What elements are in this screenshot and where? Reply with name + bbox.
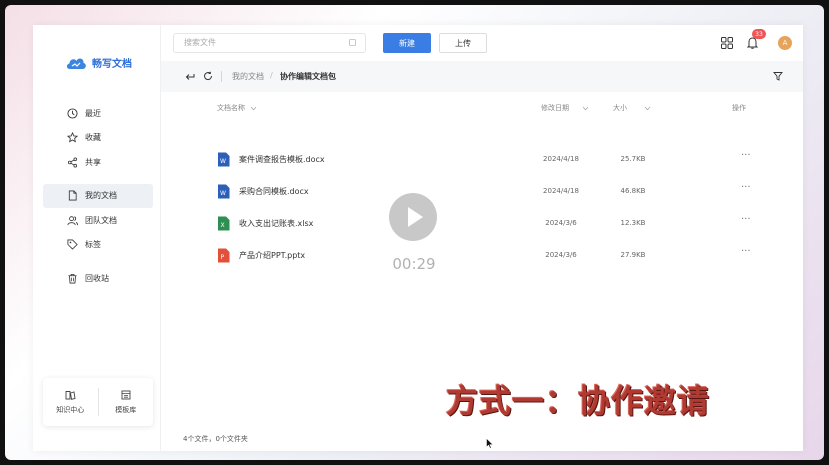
svg-text:P: P: [221, 254, 225, 261]
file-date: 2024/4/18: [543, 155, 579, 163]
sidebar-item-trash[interactable]: 回收站: [43, 266, 153, 290]
play-icon: [408, 207, 423, 227]
table-row[interactable]: X 收入支出记账表.xlsx 2024/3/6 12.3KB ···: [161, 209, 803, 239]
sidebar-item-label: 标签: [85, 240, 101, 249]
star-icon: [67, 132, 78, 143]
toolbar-divider: [221, 71, 222, 82]
search-icon[interactable]: [349, 39, 357, 47]
sidebar-item-label: 收藏: [85, 133, 101, 142]
sidebar-item-shared[interactable]: 共享: [43, 150, 153, 174]
table-row[interactable]: W 采购合同模板.docx 2024/4/18 46.8KB ···: [161, 177, 803, 207]
refresh-icon[interactable]: [203, 71, 213, 81]
file-size: 46.8KB: [620, 187, 646, 195]
chevron-down-icon: [644, 106, 651, 110]
filter-icon[interactable]: [773, 71, 783, 81]
sidebar-item-label: 团队文档: [85, 215, 117, 225]
file-date: 2024/3/6: [545, 251, 577, 259]
file-size: 25.7KB: [620, 155, 646, 163]
avatar[interactable]: A: [778, 36, 792, 50]
logo[interactable]: 畅写文档: [65, 55, 132, 70]
more-actions-button[interactable]: ···: [741, 214, 751, 225]
sidebar-item-label: 我的文档: [85, 191, 117, 200]
file-name[interactable]: 收入支出记账表.xlsx: [239, 218, 313, 229]
trash-icon: [68, 273, 77, 283]
nav-gap: [43, 175, 153, 184]
screen-frame: 畅写文档 最近 收藏 共享 我的文档 团队文档 标签 回收站 知识中心 模板库 …: [5, 5, 824, 460]
column-header-actions: 操作: [732, 103, 746, 113]
file-name[interactable]: 案件调查报告模板.docx: [239, 154, 325, 165]
users-icon: [67, 215, 78, 225]
breadcrumb-separator: /: [270, 71, 273, 80]
knowledge-center-label: 知识中心: [56, 405, 85, 414]
sidebar: 畅写文档 最近 收藏 共享 我的文档 团队文档 标签 回收站 知识中心 模板库: [33, 25, 161, 451]
sidebar-item-label: 最近: [85, 108, 101, 118]
svg-text:W: W: [220, 158, 226, 165]
column-header-label: 文档名称: [217, 104, 245, 112]
sidebar-item-team-docs[interactable]: 团队文档: [43, 208, 153, 232]
apps-grid-icon[interactable]: [721, 37, 733, 49]
sidebar-nav: 最近 收藏 共享 我的文档 团队文档 标签 回收站: [43, 101, 153, 291]
logo-text: 畅写文档: [92, 59, 132, 70]
word-file-icon: W: [218, 184, 230, 199]
file-date: 2024/4/18: [543, 187, 579, 195]
upload-button[interactable]: 上传: [439, 33, 487, 53]
sidebar-item-favorites[interactable]: 收藏: [43, 126, 153, 150]
column-header-size[interactable]: 大小: [613, 103, 651, 113]
back-arrow-icon[interactable]: [185, 71, 195, 81]
video-play-button[interactable]: [389, 193, 437, 241]
svg-text:X: X: [221, 222, 225, 229]
file-name[interactable]: 采购合同模板.docx: [239, 186, 309, 197]
breadcrumb-current-folder: 协作编辑文档包: [280, 72, 336, 81]
top-header: 搜索文件 新建 上传 33 A: [161, 25, 803, 61]
table-row[interactable]: W 案件调查报告模板.docx 2024/4/18 25.7KB ···: [161, 145, 803, 175]
nav-gap: [43, 257, 153, 266]
column-header-name[interactable]: 文档名称: [217, 103, 257, 113]
cloud-logo-icon: [66, 58, 86, 69]
file-size: 12.3KB: [620, 219, 646, 227]
search-input[interactable]: 搜索文件: [173, 33, 366, 53]
mouse-cursor-icon: [486, 438, 494, 449]
file-size: 27.9KB: [620, 251, 646, 259]
search-placeholder: 搜索文件: [184, 38, 216, 47]
column-header-label: 修改日期: [541, 104, 569, 112]
breadcrumb-my-docs[interactable]: 我的文档: [232, 71, 264, 82]
sidebar-item-label: 回收站: [85, 273, 109, 283]
column-header-label: 大小: [613, 104, 627, 112]
video-caption: 方式一：协作邀请: [446, 382, 711, 420]
tag-icon: [67, 239, 78, 250]
more-actions-button[interactable]: ···: [741, 182, 751, 193]
notification-badge: 33: [752, 29, 766, 39]
column-header-label: 操作: [732, 104, 746, 112]
file-date: 2024/3/6: [545, 219, 577, 227]
file-icon: [68, 190, 77, 201]
clock-icon: [67, 107, 78, 119]
sidebar-item-my-docs[interactable]: 我的文档: [43, 183, 153, 208]
sidebar-item-label: 共享: [85, 157, 101, 167]
book-icon: [65, 390, 76, 400]
file-count-status: 4个文件，0个文件夹: [183, 435, 248, 443]
template-icon: [121, 390, 131, 399]
new-button[interactable]: 新建: [383, 33, 431, 53]
template-library-button[interactable]: 模板库: [99, 378, 154, 426]
template-library-label: 模板库: [115, 405, 137, 414]
sidebar-bottom-card: 知识中心 模板库: [43, 378, 153, 426]
chevron-down-icon: [582, 106, 589, 110]
video-timer: 00:29: [392, 255, 436, 273]
table-row[interactable]: P 产品介绍PPT.pptx 2024/3/6 27.9KB ···: [161, 241, 803, 271]
sidebar-item-tags[interactable]: 标签: [43, 233, 153, 257]
knowledge-center-button[interactable]: 知识中心: [43, 378, 98, 426]
chevron-down-icon: [250, 106, 257, 110]
sidebar-item-recent[interactable]: 最近: [43, 101, 153, 125]
share-icon: [67, 157, 78, 167]
path-toolbar: 我的文档 / 协作编辑文档包: [161, 61, 803, 92]
column-header-date[interactable]: 修改日期: [541, 103, 589, 113]
word-file-icon: W: [218, 152, 230, 167]
more-actions-button[interactable]: ···: [741, 246, 751, 257]
svg-text:W: W: [220, 190, 226, 197]
file-name[interactable]: 产品介绍PPT.pptx: [239, 250, 305, 261]
more-actions-button[interactable]: ···: [741, 150, 751, 161]
excel-file-icon: X: [218, 216, 230, 231]
ppt-file-icon: P: [218, 248, 230, 263]
